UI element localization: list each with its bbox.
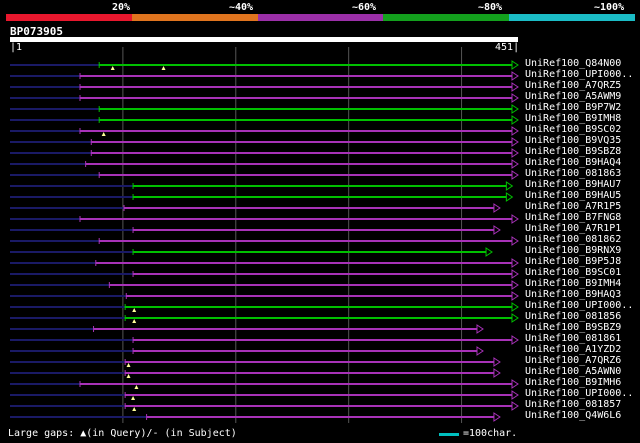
query-gap-marker [101, 132, 106, 136]
hit-name[interactable]: UniRef100_B9VQ35 [525, 135, 621, 146]
hit-name[interactable]: UniRef100_A7QRZ5 [525, 80, 621, 91]
hit-name[interactable]: UniRef100_B9SC01 [525, 267, 621, 278]
query-gap-marker [131, 396, 136, 400]
hit-name[interactable]: UniRef100_UPI000.. [525, 300, 633, 311]
hit-arrowhead [511, 390, 519, 400]
hit-name[interactable]: UniRef100_B7FNG8 [525, 212, 621, 223]
hit-arrowhead [493, 203, 501, 213]
hit-arrowhead [511, 159, 519, 169]
hit-arrowhead [476, 324, 484, 334]
hit-arrowhead [511, 269, 519, 279]
hit-arrowhead [505, 192, 514, 202]
hit-arrowhead [493, 412, 501, 422]
hit-arrowhead [511, 115, 519, 125]
hit-name[interactable]: UniRef100_B9SBZ8 [525, 146, 621, 157]
hit-name[interactable]: UniRef100_A7R1P1 [525, 223, 621, 234]
query-gap-marker [126, 374, 131, 378]
hit-arrowhead [511, 302, 519, 312]
hit-arrowhead [493, 225, 501, 235]
hit-arrowhead [511, 291, 519, 301]
hit-arrowhead [511, 71, 519, 81]
query-gap-marker [132, 319, 137, 323]
hit-arrowhead [476, 346, 484, 356]
hit-name[interactable]: UniRef100_B9RNX9 [525, 245, 621, 256]
query-gap-marker [126, 363, 131, 367]
hit-name[interactable]: UniRef100_B9P5J8 [525, 256, 621, 267]
hit-arrowhead [511, 137, 519, 147]
hit-arrowhead [511, 60, 519, 70]
hit-name[interactable]: UniRef100_A7QRZ6 [525, 355, 621, 366]
hit-name[interactable]: UniRef100_A5AWN0 [525, 366, 621, 377]
hit-arrowhead [505, 181, 514, 191]
hit-arrowhead [511, 214, 519, 224]
hit-arrowhead [511, 236, 519, 246]
query-gap-marker [132, 407, 137, 411]
hit-name[interactable]: UniRef100_B9HAQ4 [525, 157, 621, 168]
hit-name[interactable]: UniRef100_Q84N00 [525, 58, 621, 69]
hit-name[interactable]: UniRef100_A1YZD2 [525, 344, 621, 355]
hit-arrowhead [511, 313, 519, 323]
hit-name[interactable]: UniRef100_A5AWM9 [525, 91, 621, 102]
query-gap-marker [134, 385, 139, 389]
hit-arrowhead [493, 368, 501, 378]
hit-name[interactable]: UniRef100_081861 [525, 333, 621, 344]
hit-name[interactable]: UniRef100_081856 [525, 311, 621, 322]
hit-arrowhead [493, 357, 501, 367]
query-gap-marker [161, 66, 166, 70]
query-gap-marker [110, 66, 115, 70]
hit-arrowhead [511, 401, 519, 411]
hit-name[interactable]: UniRef100_B9P7W2 [525, 102, 621, 113]
hit-name[interactable]: UniRef100_B9HAU7 [525, 179, 621, 190]
hit-name[interactable]: UniRef100_UPI000.. [525, 388, 633, 399]
query-gap-marker [132, 308, 137, 312]
footer-scale-legend: =100char. [463, 428, 518, 439]
hit-arrowhead [511, 93, 519, 103]
hit-arrowhead [511, 104, 519, 114]
hit-name[interactable]: UniRef100_081862 [525, 234, 621, 245]
hit-name[interactable]: UniRef100_B9HAU5 [525, 190, 621, 201]
hit-name[interactable]: UniRef100_B9IMH4 [525, 278, 621, 289]
hit-name[interactable]: UniRef100_B9SBZ9 [525, 322, 621, 333]
hit-name[interactable]: UniRef100_081863 [525, 168, 621, 179]
hit-name[interactable]: UniRef100_B9IMH6 [525, 377, 621, 388]
hit-name[interactable]: UniRef100_B9SC02 [525, 124, 621, 135]
footer-gaps-legend: Large gaps: ▲(in Query)/- (in Subject) [8, 428, 237, 439]
hit-arrowhead [511, 258, 519, 268]
hit-arrowhead [485, 247, 493, 257]
hit-name[interactable]: UniRef100_B9HAQ3 [525, 289, 621, 300]
hit-arrowhead [511, 335, 519, 345]
hit-name[interactable]: UniRef100_B9IMH8 [525, 113, 621, 124]
scale-swatch [439, 433, 459, 436]
hit-arrowhead [511, 148, 519, 158]
hit-name[interactable]: UniRef100_081857 [525, 399, 621, 410]
hit-arrowhead [511, 379, 519, 389]
hit-arrowhead [511, 170, 519, 180]
hit-arrowhead [511, 280, 519, 290]
hit-name[interactable]: UniRef100_UPI000.. [525, 69, 633, 80]
hit-arrowhead [511, 82, 519, 92]
hit-name[interactable]: UniRef100_Q4W6L6 [525, 410, 621, 421]
hit-arrowhead [511, 126, 519, 136]
hit-name[interactable]: UniRef100_A7R1P5 [525, 201, 621, 212]
